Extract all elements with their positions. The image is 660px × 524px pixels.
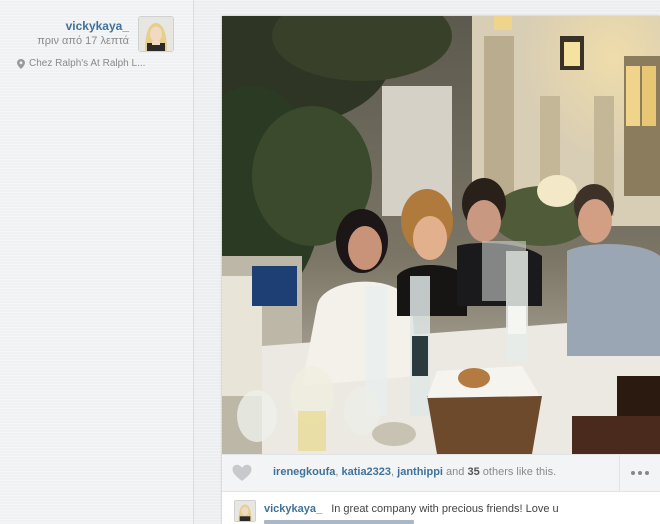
- more-options-button[interactable]: [619, 455, 660, 491]
- comment-row: vickykaya_ In great company with preciou…: [222, 492, 660, 524]
- post-location[interactable]: Chez Ralph's At Ralph L...: [17, 58, 145, 69]
- avatar[interactable]: [138, 16, 174, 52]
- post-username[interactable]: vickykaya_: [66, 19, 129, 33]
- comment-avatar[interactable]: [234, 500, 256, 522]
- post-photo[interactable]: [222, 16, 660, 454]
- likes-suffix: others like this.: [482, 466, 557, 478]
- comment-text: vickykaya_ In great company with preciou…: [264, 503, 559, 515]
- comment-username[interactable]: vickykaya_: [264, 503, 322, 515]
- post-time[interactable]: πριν από 17 λεπτά: [37, 35, 129, 47]
- heart-icon[interactable]: [232, 464, 252, 482]
- liker-link[interactable]: janthippi: [397, 466, 443, 478]
- likes-others-count[interactable]: 35: [467, 466, 479, 478]
- likes-summary: irenegkoufa, katia2323, janthippi and 35…: [273, 466, 557, 478]
- post-card: irenegkoufa, katia2323, janthippi and 35…: [222, 16, 660, 524]
- post-column: irenegkoufa, katia2323, janthippi and 35…: [194, 0, 660, 524]
- avatar-image: [139, 17, 173, 51]
- comment-overflow-line: [264, 518, 424, 524]
- comment-body: In great company with precious friends! …: [331, 503, 559, 515]
- liker-link[interactable]: irenegkoufa: [273, 466, 335, 478]
- post-meta-column: vickykaya_ πριν από 17 λεπτά Chez Ralph'…: [0, 0, 194, 524]
- more-dots-icon: [631, 471, 649, 475]
- avatar-image: [235, 501, 255, 521]
- likes-and: and: [446, 466, 465, 478]
- likes-bar: irenegkoufa, katia2323, janthippi and 35…: [222, 454, 660, 492]
- liker-link[interactable]: katia2323: [341, 466, 391, 478]
- location-label: Chez Ralph's At Ralph L...: [29, 58, 146, 69]
- map-pin-icon: [17, 58, 25, 69]
